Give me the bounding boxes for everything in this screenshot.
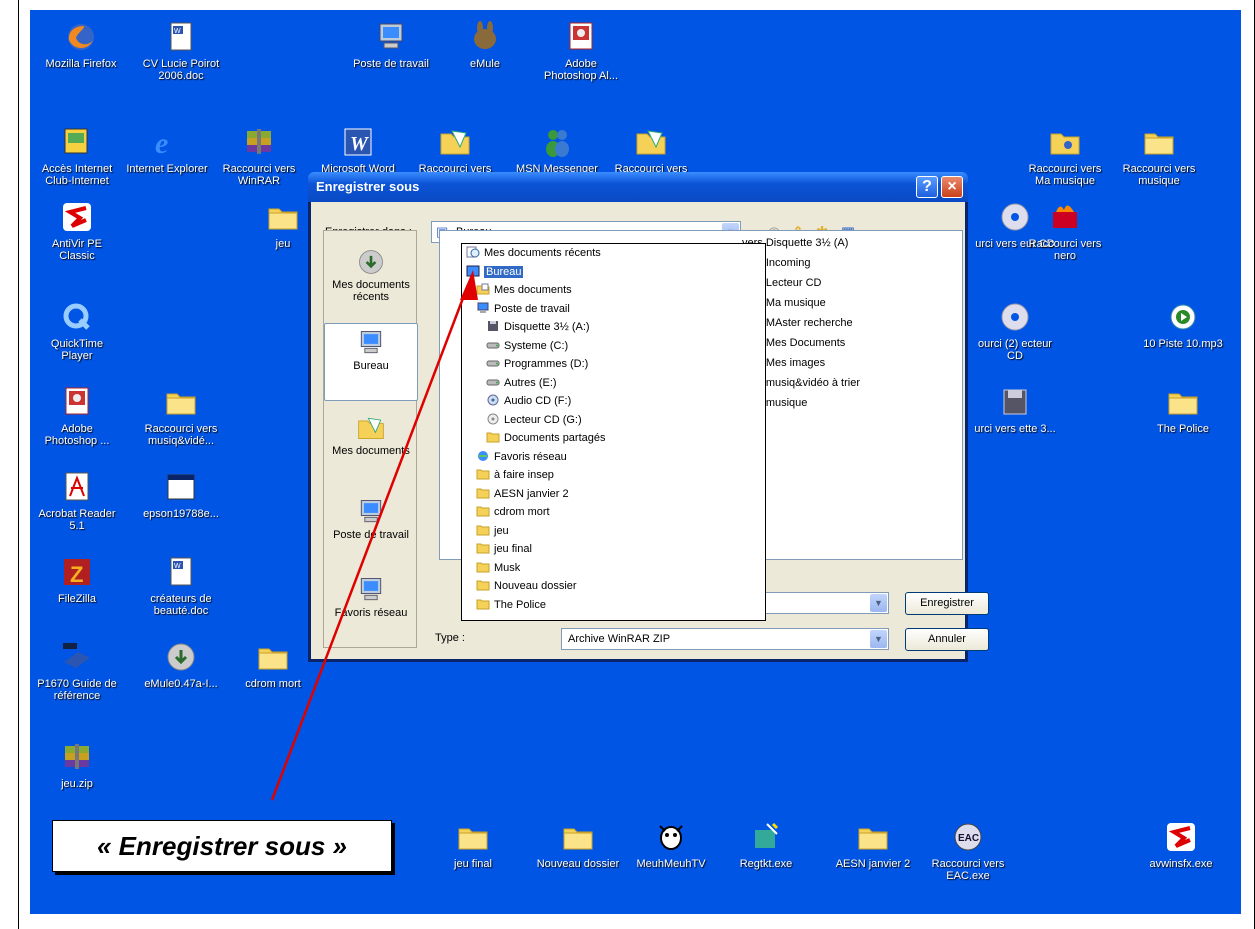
callout-box: « Enregistrer sous » [52,820,392,872]
red-arrow-annotation [270,270,478,801]
